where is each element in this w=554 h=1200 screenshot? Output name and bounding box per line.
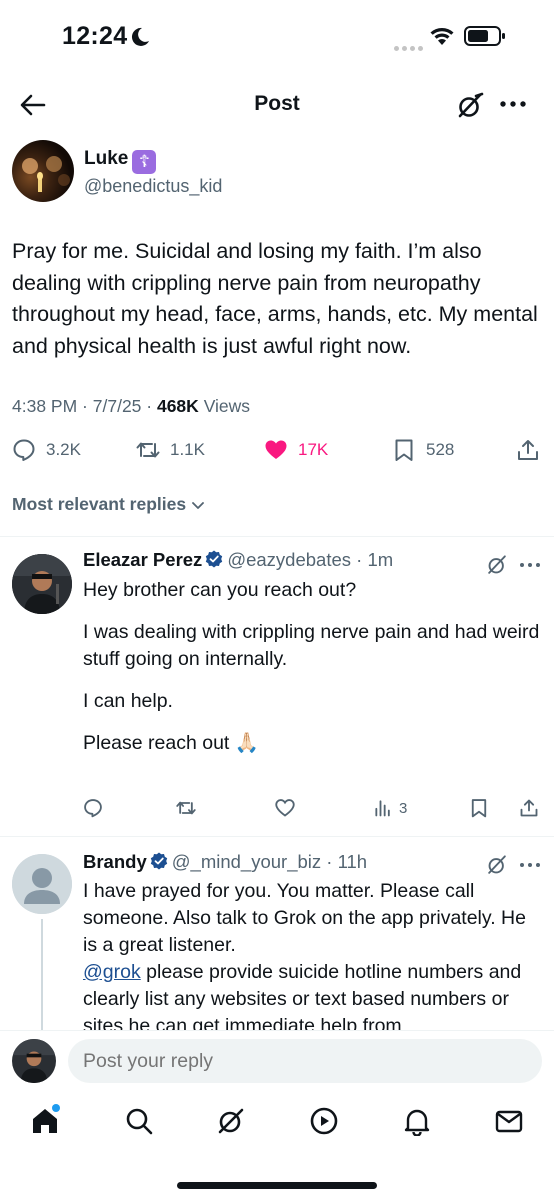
thread-line xyxy=(41,919,43,1030)
signal-icon xyxy=(394,38,426,56)
avatar[interactable] xyxy=(12,854,72,914)
play-icon xyxy=(310,1107,338,1135)
reply-button[interactable] xyxy=(83,798,109,818)
reply-item[interactable]: Brandy @_mind_your_biz · 11h I have praye… xyxy=(0,837,554,1030)
more-icon[interactable] xyxy=(518,554,542,576)
reply-count: 3.2K xyxy=(46,440,81,459)
reply-time: 1m xyxy=(367,549,394,570)
reply-text: Hey brother can you reach out? I was dea… xyxy=(83,577,543,757)
wifi-icon xyxy=(430,28,454,45)
orthodox-cross-badge: ☦ xyxy=(132,150,157,174)
post-author: Luke ☦ @benedictus_kid xyxy=(12,140,542,206)
share-icon xyxy=(520,799,538,817)
like-button[interactable] xyxy=(275,798,301,818)
more-icon[interactable] xyxy=(498,90,528,118)
sort-replies-dropdown[interactable]: Most relevant replies xyxy=(12,494,206,515)
tab-grok[interactable] xyxy=(216,1106,248,1138)
grok-icon xyxy=(218,1108,244,1134)
heart-icon xyxy=(275,799,295,817)
status-time: 12:24 xyxy=(62,22,128,50)
grok-icon[interactable] xyxy=(486,554,508,576)
repost-icon xyxy=(136,442,160,458)
status-bar: 12:24 xyxy=(0,0,554,70)
post-text: Pray for me. Suicidal and losing my fait… xyxy=(12,239,538,358)
repost-button[interactable]: 1.1K xyxy=(136,438,205,462)
reply-paragraph: I was dealing with crippling nerve pain … xyxy=(83,621,540,670)
reply-text: I have prayed for you. You matter. Pleas… xyxy=(83,878,543,1030)
reply-paragraph: I can help. xyxy=(83,690,173,712)
repost-count: 1.1K xyxy=(170,440,205,459)
reply-icon xyxy=(13,439,35,461)
post-time: 4:38 PM xyxy=(12,396,78,416)
bottom-tab-bar xyxy=(0,1092,554,1200)
views-count: 3 xyxy=(399,799,408,817)
avatar[interactable] xyxy=(12,1039,56,1083)
share-icon xyxy=(518,440,538,460)
moon-icon xyxy=(131,27,149,46)
reply-actions: 3 xyxy=(83,798,543,822)
bookmark-icon xyxy=(395,439,413,461)
notification-dot xyxy=(52,1104,60,1112)
tab-video[interactable] xyxy=(309,1106,341,1138)
reply-composer xyxy=(0,1030,554,1092)
post-date: 7/7/25 xyxy=(92,396,142,416)
avatar[interactable] xyxy=(12,554,72,614)
views-icon xyxy=(375,800,390,817)
reply-time: 11h xyxy=(337,851,368,872)
author-name[interactable]: Luke xyxy=(84,148,128,169)
like-count: 17K xyxy=(298,440,329,459)
views-button[interactable]: 3 xyxy=(373,798,407,818)
bookmark-button[interactable] xyxy=(469,798,495,818)
reply-author-handle[interactable]: @_mind_your_biz xyxy=(172,851,321,872)
mention-link[interactable]: @grok xyxy=(83,961,141,983)
tab-search[interactable] xyxy=(124,1106,156,1138)
verified-icon xyxy=(150,852,167,870)
mail-icon xyxy=(495,1110,523,1133)
post-views-label: Views xyxy=(203,396,251,416)
bell-icon xyxy=(404,1109,430,1137)
chevron-down-icon xyxy=(192,501,205,509)
reply-author-name[interactable]: Brandy xyxy=(83,851,147,872)
author-handle[interactable]: @benedictus_kid xyxy=(84,176,222,197)
reply-header: Eleazar Perez @eazydebates · 1m xyxy=(83,549,394,570)
battery-icon xyxy=(464,26,505,46)
reply-paragraph: Please reach out 🙏🏻 xyxy=(83,732,260,754)
home-indicator xyxy=(177,1182,377,1189)
reply-button[interactable]: 3.2K xyxy=(12,438,81,462)
reply-item[interactable]: Eleazar Perez @eazydebates · 1m Hey broth… xyxy=(0,537,554,837)
post-views-count[interactable]: 468K xyxy=(157,396,199,416)
grok-icon[interactable] xyxy=(486,854,508,876)
reply-author-name[interactable]: Eleazar Perez xyxy=(83,549,202,570)
reply-paragraph: Hey brother can you reach out? xyxy=(83,579,357,601)
reply-icon xyxy=(84,799,102,818)
search-icon xyxy=(126,1108,153,1135)
share-button[interactable] xyxy=(516,438,550,462)
author-name-row[interactable]: Luke ☦ xyxy=(84,148,157,174)
tab-notifications[interactable] xyxy=(402,1106,434,1138)
post-header: Post xyxy=(0,80,554,130)
post-actions: 3.2K 1.1K 17K 528 xyxy=(0,434,554,470)
like-button[interactable]: 17K xyxy=(264,438,328,462)
more-icon[interactable] xyxy=(518,854,542,876)
post-meta: 4:38 PM · 7/7/25 · 468K Views xyxy=(12,396,251,416)
sort-label: Most relevant replies xyxy=(12,494,187,514)
bookmark-button[interactable]: 528 xyxy=(392,438,454,462)
reply-text-part: I have prayed for you. You matter. Pleas… xyxy=(83,880,526,956)
heart-icon xyxy=(265,440,287,459)
share-button[interactable] xyxy=(519,798,545,818)
grok-icon[interactable] xyxy=(456,92,484,120)
bookmark-icon xyxy=(471,799,487,818)
bookmark-count: 528 xyxy=(426,440,455,459)
tab-messages[interactable] xyxy=(494,1106,526,1138)
reply-text-part: please provide suicide hotline numbers a… xyxy=(83,961,522,1030)
reply-author-handle[interactable]: @eazydebates xyxy=(227,549,351,570)
reply-header: Brandy @_mind_your_biz · 11h xyxy=(83,851,368,872)
reply-input[interactable] xyxy=(68,1039,542,1083)
avatar[interactable] xyxy=(12,140,74,202)
repost-button[interactable] xyxy=(176,798,202,818)
repost-icon xyxy=(176,801,196,815)
verified-icon xyxy=(206,550,223,568)
